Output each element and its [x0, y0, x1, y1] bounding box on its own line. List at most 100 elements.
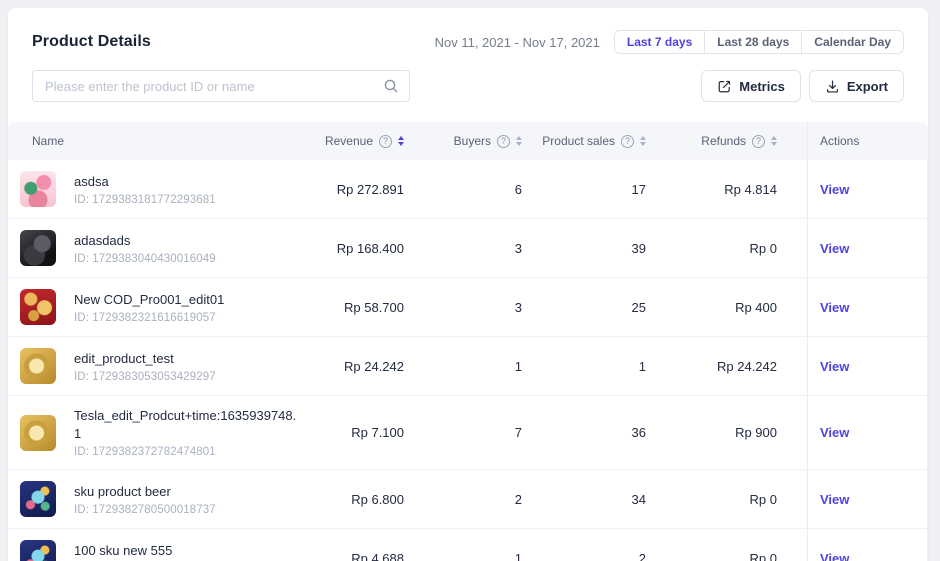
- view-link[interactable]: View: [820, 182, 849, 197]
- help-icon[interactable]: [379, 135, 392, 148]
- search-input-wrapper: [32, 70, 410, 102]
- buyers-value: 3: [404, 300, 522, 315]
- metrics-button[interactable]: Metrics: [701, 70, 801, 102]
- help-icon[interactable]: [621, 135, 634, 148]
- product-id: ID: 1729383181772293681: [74, 194, 216, 206]
- refunds-value: Rp 24.242: [646, 359, 807, 374]
- refunds-value: Rp 0: [646, 241, 807, 256]
- table-row: edit_product_test ID: 172938305305342929…: [8, 337, 927, 396]
- column-label: Name: [32, 134, 64, 148]
- refunds-value: Rp 900: [646, 425, 807, 440]
- product-id: ID: 1729382372782474801: [74, 446, 298, 458]
- card-header: Product Details Nov 11, 2021 - Nov 17, 2…: [8, 8, 928, 54]
- product-name: adasdads: [74, 232, 216, 250]
- actions-cell: View: [807, 160, 897, 218]
- column-label: Refunds: [701, 134, 746, 148]
- buyers-value: 3: [404, 241, 522, 256]
- product-id: ID: 1729383053053429297: [74, 371, 216, 383]
- search-icon[interactable]: [383, 78, 399, 94]
- product-name: sku product beer: [74, 483, 216, 501]
- column-header-actions: Actions: [807, 122, 897, 160]
- export-button[interactable]: Export: [809, 70, 904, 102]
- product-name-cell: Tesla_edit_Prodcut+time:1635939748.1 ID:…: [8, 396, 308, 469]
- column-label: Product sales: [542, 134, 615, 148]
- toolbar-actions: Metrics Export: [701, 70, 904, 102]
- revenue-value: Rp 24.242: [308, 359, 404, 374]
- buyers-value: 6: [404, 182, 522, 197]
- product-name-cell: adasdads ID: 1729383040430016049: [8, 219, 308, 277]
- view-link[interactable]: View: [820, 359, 849, 374]
- product-thumbnail: [20, 230, 56, 266]
- revenue-value: Rp 272.891: [308, 182, 404, 197]
- view-link[interactable]: View: [820, 300, 849, 315]
- products-table: Name Revenue Buyers Product sales Refund…: [8, 122, 928, 561]
- range-option-last-7-days[interactable]: Last 7 days: [614, 30, 705, 54]
- download-icon: [825, 79, 840, 94]
- product-sales-value: 1: [522, 359, 646, 374]
- actions-cell: View: [807, 219, 897, 277]
- column-header-buyers[interactable]: Buyers: [404, 134, 522, 148]
- product-sales-value: 2: [522, 551, 646, 561]
- table-row: adasdads ID: 1729383040430016049 Rp 168.…: [8, 219, 927, 278]
- column-label: Revenue: [325, 134, 373, 148]
- revenue-value: Rp 4.688: [308, 551, 404, 561]
- view-link[interactable]: View: [820, 492, 849, 507]
- refunds-value: Rp 0: [646, 492, 807, 507]
- revenue-value: Rp 58.700: [308, 300, 404, 315]
- metrics-button-label: Metrics: [739, 79, 785, 94]
- view-link[interactable]: View: [820, 241, 849, 256]
- actions-cell: View: [807, 396, 897, 469]
- product-name-cell: edit_product_test ID: 172938305305342929…: [8, 337, 308, 395]
- actions-cell: View: [807, 278, 897, 336]
- refunds-value: Rp 4.814: [646, 182, 807, 197]
- buyers-value: 7: [404, 425, 522, 440]
- view-link[interactable]: View: [820, 551, 849, 561]
- product-sales-value: 25: [522, 300, 646, 315]
- product-thumbnail: [20, 415, 56, 451]
- refunds-value: Rp 0: [646, 551, 807, 561]
- product-thumbnail: [20, 481, 56, 517]
- column-header-revenue[interactable]: Revenue: [308, 134, 404, 148]
- column-header-product-sales[interactable]: Product sales: [522, 134, 646, 148]
- date-range-switcher: Last 7 daysLast 28 daysCalendar Day: [614, 30, 904, 54]
- column-header-name: Name: [8, 134, 308, 148]
- date-controls: Nov 11, 2021 - Nov 17, 2021 Last 7 daysL…: [435, 30, 904, 54]
- help-icon[interactable]: [752, 135, 765, 148]
- view-link[interactable]: View: [820, 425, 849, 440]
- product-details-card: Product Details Nov 11, 2021 - Nov 17, 2…: [8, 8, 928, 561]
- search-input[interactable]: [32, 70, 410, 102]
- product-name-cell: asdsa ID: 1729383181772293681: [8, 160, 308, 218]
- sort-icon[interactable]: [771, 136, 777, 146]
- toolbar: Metrics Export: [8, 54, 928, 102]
- table-body: asdsa ID: 1729383181772293681 Rp 272.891…: [8, 160, 928, 561]
- revenue-value: Rp 7.100: [308, 425, 404, 440]
- product-thumbnail: [20, 348, 56, 384]
- range-option-calendar-day[interactable]: Calendar Day: [801, 30, 904, 54]
- table-row: asdsa ID: 1729383181772293681 Rp 272.891…: [8, 160, 927, 219]
- column-header-refunds[interactable]: Refunds: [646, 134, 807, 148]
- export-button-label: Export: [847, 79, 888, 94]
- product-sales-value: 36: [522, 425, 646, 440]
- page-title: Product Details: [32, 33, 151, 51]
- range-option-last-28-days[interactable]: Last 28 days: [704, 30, 802, 54]
- help-icon[interactable]: [497, 135, 510, 148]
- product-name: edit_product_test: [74, 350, 216, 368]
- date-range-label: Nov 11, 2021 - Nov 17, 2021: [435, 35, 600, 50]
- table-row: Tesla_edit_Prodcut+time:1635939748.1 ID:…: [8, 396, 927, 470]
- refunds-value: Rp 400: [646, 300, 807, 315]
- column-label: Actions: [820, 134, 859, 148]
- product-thumbnail: [20, 171, 56, 207]
- product-thumbnail: [20, 540, 56, 561]
- product-name: Tesla_edit_Prodcut+time:1635939748.1: [74, 407, 298, 443]
- product-name-cell: sku product beer ID: 1729382780500018737: [8, 470, 308, 528]
- product-sales-value: 39: [522, 241, 646, 256]
- product-thumbnail: [20, 289, 56, 325]
- column-label: Buyers: [454, 134, 491, 148]
- table-row: 100 sku new 555 ID: 1729383181772293683 …: [8, 529, 927, 561]
- product-name-cell: 100 sku new 555 ID: 1729383181772293683: [8, 529, 308, 561]
- product-name-cell: New COD_Pro001_edit01 ID: 17293823216166…: [8, 278, 308, 336]
- actions-cell: View: [807, 470, 897, 528]
- product-name: 100 sku new 555: [74, 542, 216, 560]
- table-header: Name Revenue Buyers Product sales Refund…: [8, 122, 928, 160]
- buyers-value: 1: [404, 359, 522, 374]
